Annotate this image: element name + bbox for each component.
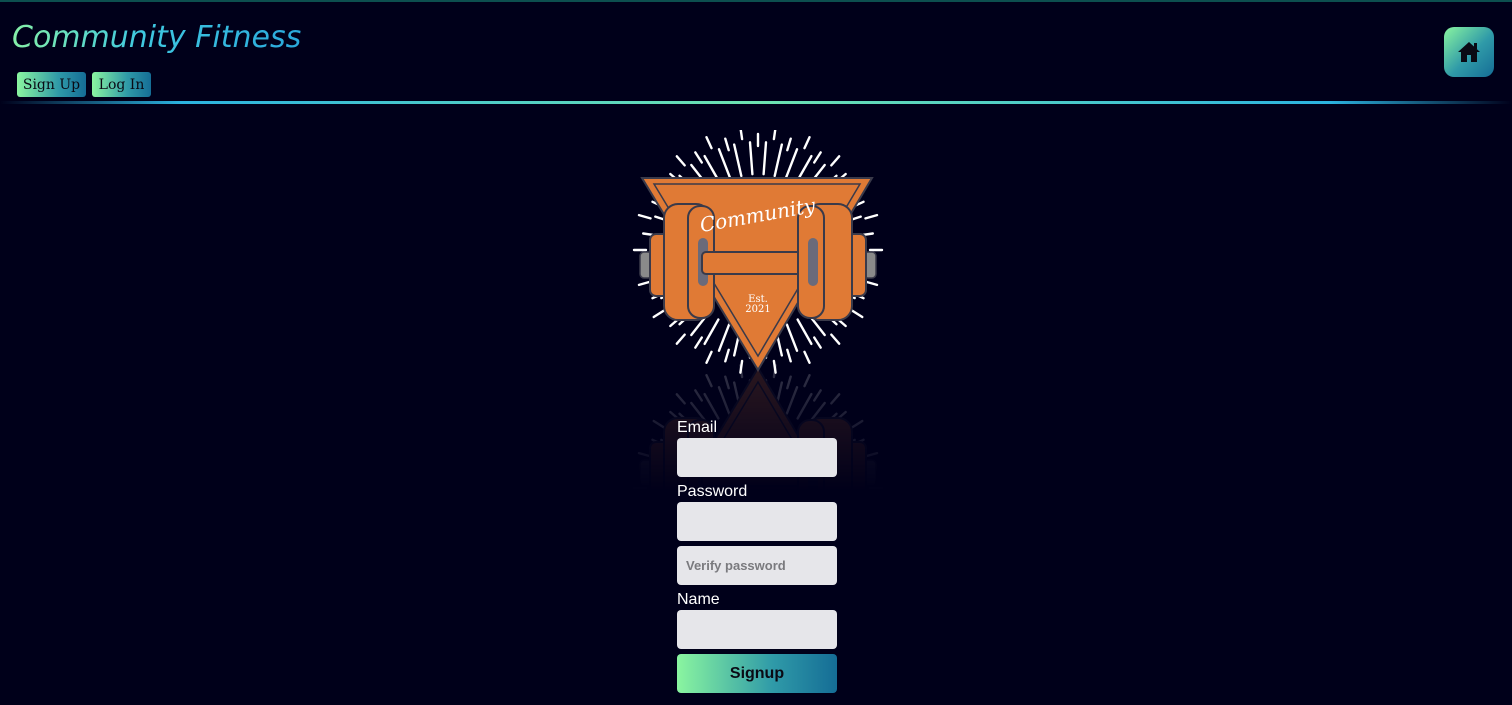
logo-ray	[786, 375, 792, 390]
logo-ray	[739, 364, 744, 379]
logo-ray	[637, 213, 652, 220]
logo-ray	[803, 135, 811, 150]
logo-ray	[724, 375, 730, 390]
app-title: Community Fitness	[12, 20, 302, 55]
logo-ray	[772, 126, 777, 141]
logo-ray	[717, 323, 731, 352]
logo-ray	[803, 373, 811, 388]
logo-ray	[812, 151, 822, 164]
logo-ray	[675, 393, 686, 405]
logo-ray	[703, 318, 720, 346]
logo-ray	[830, 333, 841, 345]
logo-ray	[796, 392, 813, 420]
logo-ray	[675, 155, 686, 167]
logo-ray	[705, 135, 713, 150]
logo-ray	[785, 323, 799, 352]
password-field[interactable]	[677, 502, 837, 541]
home-icon	[1458, 42, 1480, 62]
logo-ray	[717, 386, 731, 415]
logo-ray	[652, 309, 665, 319]
top-border	[0, 0, 1512, 2]
logo-ray	[812, 336, 822, 349]
verify-password-field[interactable]	[677, 546, 837, 585]
logo-ray	[675, 333, 686, 345]
signup-submit-button[interactable]: Signup	[677, 654, 837, 693]
logo-ray	[705, 373, 713, 388]
logo-ray	[830, 155, 841, 167]
logo-ray	[864, 213, 879, 220]
logo-ray	[694, 151, 704, 164]
logo-ray	[772, 364, 777, 379]
logo-ray	[694, 389, 704, 402]
email-field[interactable]	[677, 438, 837, 477]
logo-ray	[850, 309, 864, 319]
logo-ray	[864, 451, 879, 458]
name-label: Name	[677, 591, 720, 608]
logo-ray	[732, 143, 743, 178]
home-button[interactable]	[1444, 27, 1494, 77]
logo-ray	[762, 141, 768, 176]
logo-reflection	[628, 348, 888, 508]
signup-nav-button[interactable]: Sign Up	[17, 72, 86, 97]
logo-ray	[812, 389, 822, 402]
logo-ray	[724, 137, 730, 152]
logo-ray	[637, 280, 652, 287]
email-label: Email	[677, 419, 718, 436]
logo-ray	[864, 280, 879, 287]
header-divider	[0, 101, 1512, 104]
logo-ray	[830, 393, 841, 405]
logo-ray	[784, 148, 799, 181]
login-nav-button[interactable]: Log In	[92, 72, 151, 97]
logo-ray	[717, 148, 732, 181]
logo-est-year: 2021	[745, 304, 770, 315]
password-label: Password	[677, 483, 748, 500]
logo-ray	[786, 137, 792, 152]
logo-ray	[739, 126, 744, 141]
logo-ray	[703, 392, 720, 420]
logo-ray	[637, 451, 652, 458]
logo-ray	[694, 336, 704, 349]
logo-ray	[785, 386, 799, 415]
logo-ray	[748, 141, 754, 176]
name-field[interactable]	[677, 610, 837, 649]
logo-ray	[773, 143, 784, 178]
logo-ray	[652, 419, 665, 429]
logo-ray	[796, 318, 813, 346]
logo-ray	[850, 419, 864, 429]
